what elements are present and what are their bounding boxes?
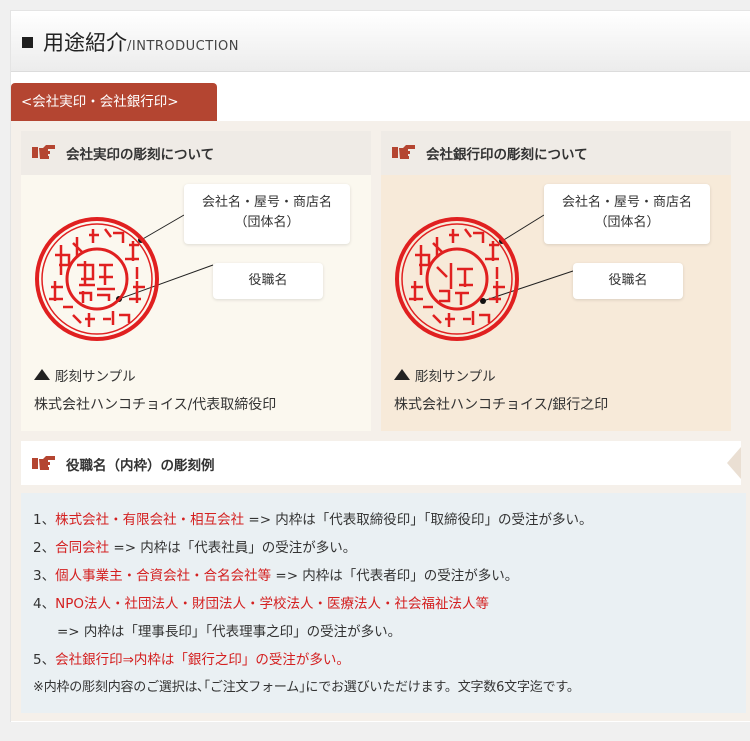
pointing-hand-icon	[32, 145, 55, 159]
item-highlight: 個人事業主・合資会社・合名会社等	[55, 568, 272, 584]
card-body: 会社名・屋号・商店名 （団体名） 役職名 彫刻サンプル 株式会社ハンコチョイス/…	[381, 175, 731, 431]
card-header: 会社実印の彫刻について	[21, 131, 371, 175]
bank-seal-card: 会社銀行印の彫刻について 会社名・屋号・商店名 （団体名） 役職名 彫刻サンプル…	[381, 131, 731, 431]
footnote: ※内枠の彫刻内容のご選択は､｢ご注文フォーム｣にでお選びいただけます。文字数6文…	[33, 680, 580, 695]
sample-caption: 彫刻サンプル	[34, 365, 136, 385]
pointing-hand-icon	[32, 456, 55, 470]
list-item: 2、合同会社 => 内枠は「代表社員」の受注が多い。	[33, 534, 746, 562]
callout-company-name: 会社名・屋号・商店名 （団体名）	[184, 184, 350, 244]
sample-owner: 株式会社ハンコチョイス/代表取締役印	[34, 397, 277, 413]
section-header: 用途紹介/INTRODUCTION	[11, 11, 750, 72]
item-number: 2、	[33, 540, 56, 556]
list-item: => 内枠は「理事長印」「代表理事之印」の受注が多い。	[33, 618, 746, 646]
triangle-up-icon	[394, 369, 410, 380]
callout-line: （団体名）	[594, 215, 660, 230]
item-text: => 内枠は「代表者印」の受注が多い。	[271, 568, 519, 584]
item-number: 4、	[33, 596, 56, 612]
list-item: 4、NPO法人・社団法人・財団法人・学校法人・医療法人・社会福祉法人等	[33, 590, 746, 618]
introduction-page: 用途紹介/INTRODUCTION <会社実印・会社銀行印> 会社実印の彫刻につ…	[10, 10, 750, 722]
examples-title: 役職名（内枠）の彫刻例	[66, 458, 215, 474]
list-item: 1、株式会社・有限会社・相互会社 => 内枠は「代表取締役印」「取締役印」の受注…	[33, 506, 746, 534]
card-header: 会社銀行印の彫刻について	[381, 131, 731, 175]
content-panel: 会社実印の彫刻について 会社名・屋号・商店名 （団体名） 役職名 彫刻サンプル …	[11, 121, 750, 721]
item-highlight: NPO法人・社団法人・財団法人・学校法人・医療法人・社会福祉法人等	[55, 596, 489, 612]
item-number: 5、	[33, 652, 56, 668]
sample-owner: 株式会社ハンコチョイス/銀行之印	[394, 397, 609, 413]
item-highlight: 会社銀行印⇒内枠は「銀行之印」の受注が多い。	[55, 652, 350, 668]
square-bullet-icon	[22, 37, 33, 48]
item-number: 1、	[33, 512, 56, 528]
callout-position-name: 役職名	[573, 263, 683, 299]
callout-line: 会社名・屋号・商店名	[561, 195, 692, 210]
item-highlight: 株式会社・有限会社・相互会社	[55, 512, 245, 528]
page-subtitle: /INTRODUCTION	[127, 39, 239, 54]
sample-caption: 彫刻サンプル	[394, 365, 496, 385]
page-title-text: 用途紹介	[43, 31, 127, 55]
company-seal-card: 会社実印の彫刻について 会社名・屋号・商店名 （団体名） 役職名 彫刻サンプル …	[21, 131, 371, 431]
triangle-up-icon	[34, 369, 50, 380]
collapse-arrow-icon[interactable]	[727, 447, 741, 479]
page-title: 用途紹介/INTRODUCTION	[43, 27, 239, 57]
item-text: => 内枠は「理事長印」「代表理事之印」の受注が多い。	[57, 624, 402, 640]
item-number: 3、	[33, 568, 56, 584]
list-item: 3、個人事業主・合資会社・合名会社等 => 内枠は「代表者印」の受注が多い。	[33, 562, 746, 590]
callout-line: （団体名）	[234, 215, 300, 230]
item-text: => 内枠は「代表取締役印」「取締役印」の受注が多い。	[244, 512, 593, 528]
card-title: 会社銀行印の彫刻について	[426, 147, 588, 163]
company-seal-image	[35, 217, 159, 341]
list-item: 5、会社銀行印⇒内枠は「銀行之印」の受注が多い。	[33, 646, 746, 674]
sample-label: 彫刻サンプル	[415, 369, 496, 385]
item-highlight: 合同会社	[55, 540, 110, 556]
examples-header: 役職名（内枠）の彫刻例	[21, 441, 741, 485]
callout-company-name: 会社名・屋号・商店名 （団体名）	[544, 184, 710, 244]
category-tab: <会社実印・会社銀行印>	[11, 83, 217, 121]
card-body: 会社名・屋号・商店名 （団体名） 役職名 彫刻サンプル 株式会社ハンコチョイス/…	[21, 175, 371, 431]
examples-list: 1、株式会社・有限会社・相互会社 => 内枠は「代表取締役印」「取締役印」の受注…	[21, 493, 746, 713]
callout-position-name: 役職名	[213, 263, 323, 299]
callout-line: 会社名・屋号・商店名	[201, 195, 332, 210]
item-text: => 内枠は「代表社員」の受注が多い。	[109, 540, 357, 556]
card-title: 会社実印の彫刻について	[66, 147, 215, 163]
sample-label: 彫刻サンプル	[55, 369, 136, 385]
bank-seal-image	[395, 217, 519, 341]
pointing-hand-icon	[392, 145, 415, 159]
